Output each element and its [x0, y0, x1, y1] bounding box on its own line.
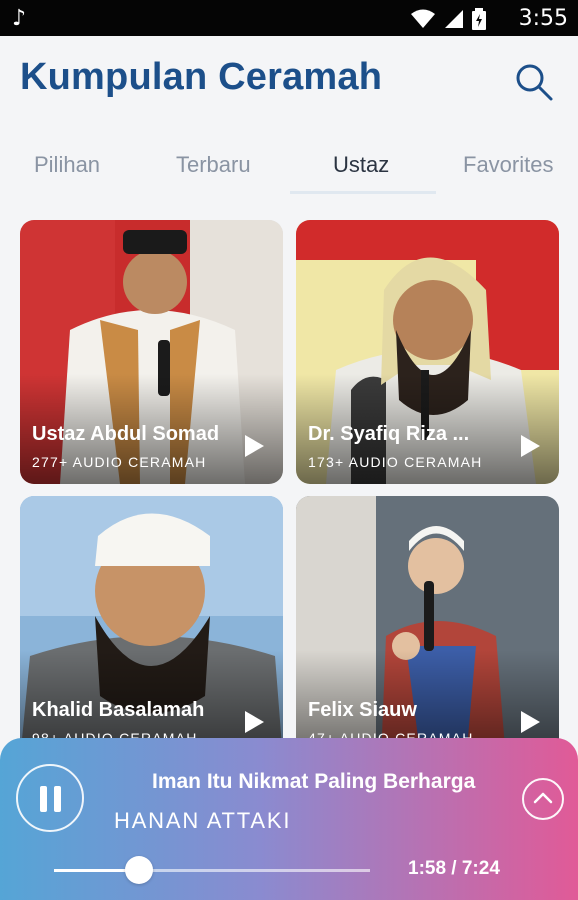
- tab-favorites[interactable]: Favorites: [463, 152, 553, 178]
- track-artist: HANAN ATTAKI: [114, 808, 292, 833]
- battery-icon: [472, 8, 486, 30]
- app-bar: Kumpulan Ceramah: [0, 36, 578, 128]
- pause-button[interactable]: [16, 764, 84, 832]
- playback-time: 1:58 / 7:24: [408, 858, 500, 879]
- pause-icon: [54, 786, 61, 812]
- status-bar: ♪ 3:55: [0, 0, 578, 36]
- clock: 3:55: [518, 6, 568, 31]
- audio-count: 277+ AUDIO CERAMAH: [32, 454, 207, 470]
- play-icon[interactable]: [519, 434, 541, 458]
- ustaz-card[interactable]: Dr. Syafiq Riza ... 173+ AUDIO CERAMAH: [296, 220, 559, 484]
- chevron-up-icon: [533, 792, 553, 804]
- tab-indicator: [290, 191, 436, 194]
- tab-terbaru[interactable]: Terbaru: [176, 152, 251, 178]
- app-title: Kumpulan Ceramah: [20, 56, 383, 98]
- track-title: Iman Itu Nikmat Paling Berharga: [152, 770, 476, 793]
- ustaz-card[interactable]: Ustaz Abdul Somad 277+ AUDIO CERAMAH: [20, 220, 283, 484]
- progress-slider[interactable]: [54, 856, 370, 884]
- ustaz-name: Ustaz Abdul Somad: [32, 423, 220, 445]
- ustaz-name: Dr. Syafiq Riza ...: [308, 423, 470, 445]
- play-icon[interactable]: [519, 710, 541, 734]
- ustaz-name: Felix Siauw: [308, 699, 417, 721]
- ustaz-card[interactable]: Khalid Basalamah 98+ AUDIO CERAMAH: [20, 496, 283, 760]
- search-icon[interactable]: [514, 62, 554, 102]
- tab-pilihan[interactable]: Pilihan: [34, 152, 100, 178]
- ustaz-card[interactable]: Felix Siauw 47+ AUDIO CERAMAH: [296, 496, 559, 760]
- wifi-icon: [411, 9, 435, 28]
- play-icon[interactable]: [243, 710, 265, 734]
- status-icons: [410, 8, 486, 30]
- tab-bar: Pilihan Terbaru Ustaz Favorites: [0, 140, 578, 196]
- expand-player-button[interactable]: [522, 778, 564, 820]
- pause-icon: [40, 786, 47, 812]
- play-icon[interactable]: [243, 434, 265, 458]
- progress-thumb[interactable]: [125, 856, 154, 884]
- signal-icon: [445, 10, 463, 28]
- music-note-icon: ♪: [12, 6, 27, 31]
- audio-count: 173+ AUDIO CERAMAH: [308, 454, 483, 470]
- mini-player[interactable]: Iman Itu Nikmat Paling Berharga HANAN AT…: [0, 738, 578, 900]
- tab-ustaz[interactable]: Ustaz: [333, 152, 389, 178]
- ustaz-name: Khalid Basalamah: [32, 699, 205, 721]
